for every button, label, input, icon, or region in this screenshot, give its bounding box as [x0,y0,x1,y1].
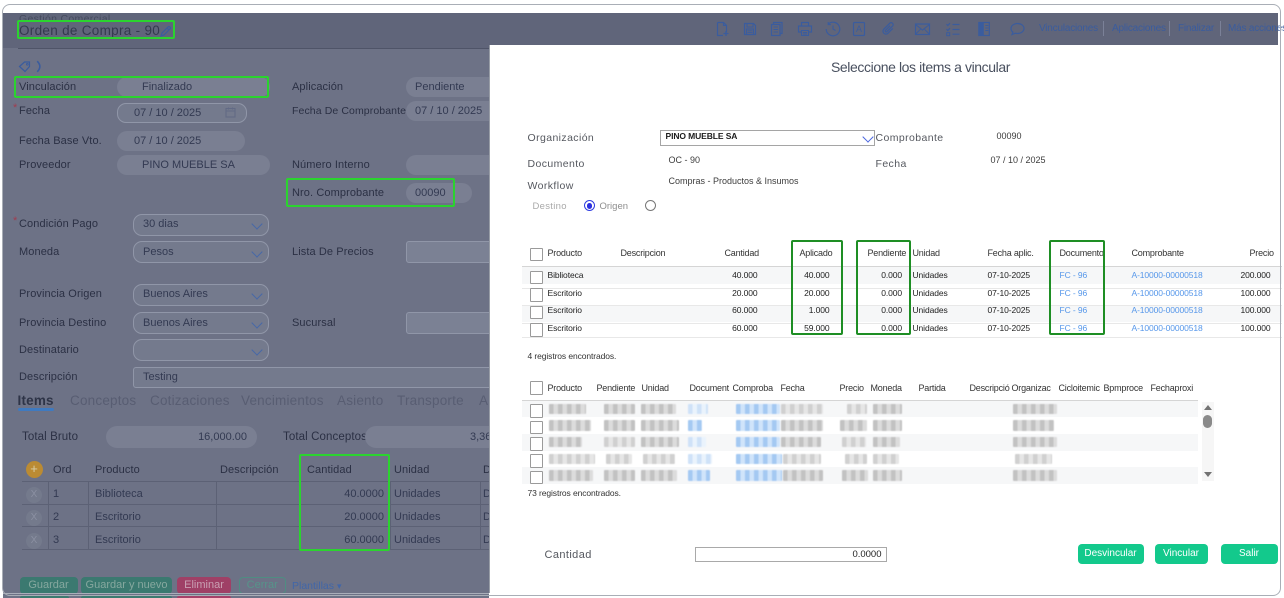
svg-text:A: A [856,24,862,34]
